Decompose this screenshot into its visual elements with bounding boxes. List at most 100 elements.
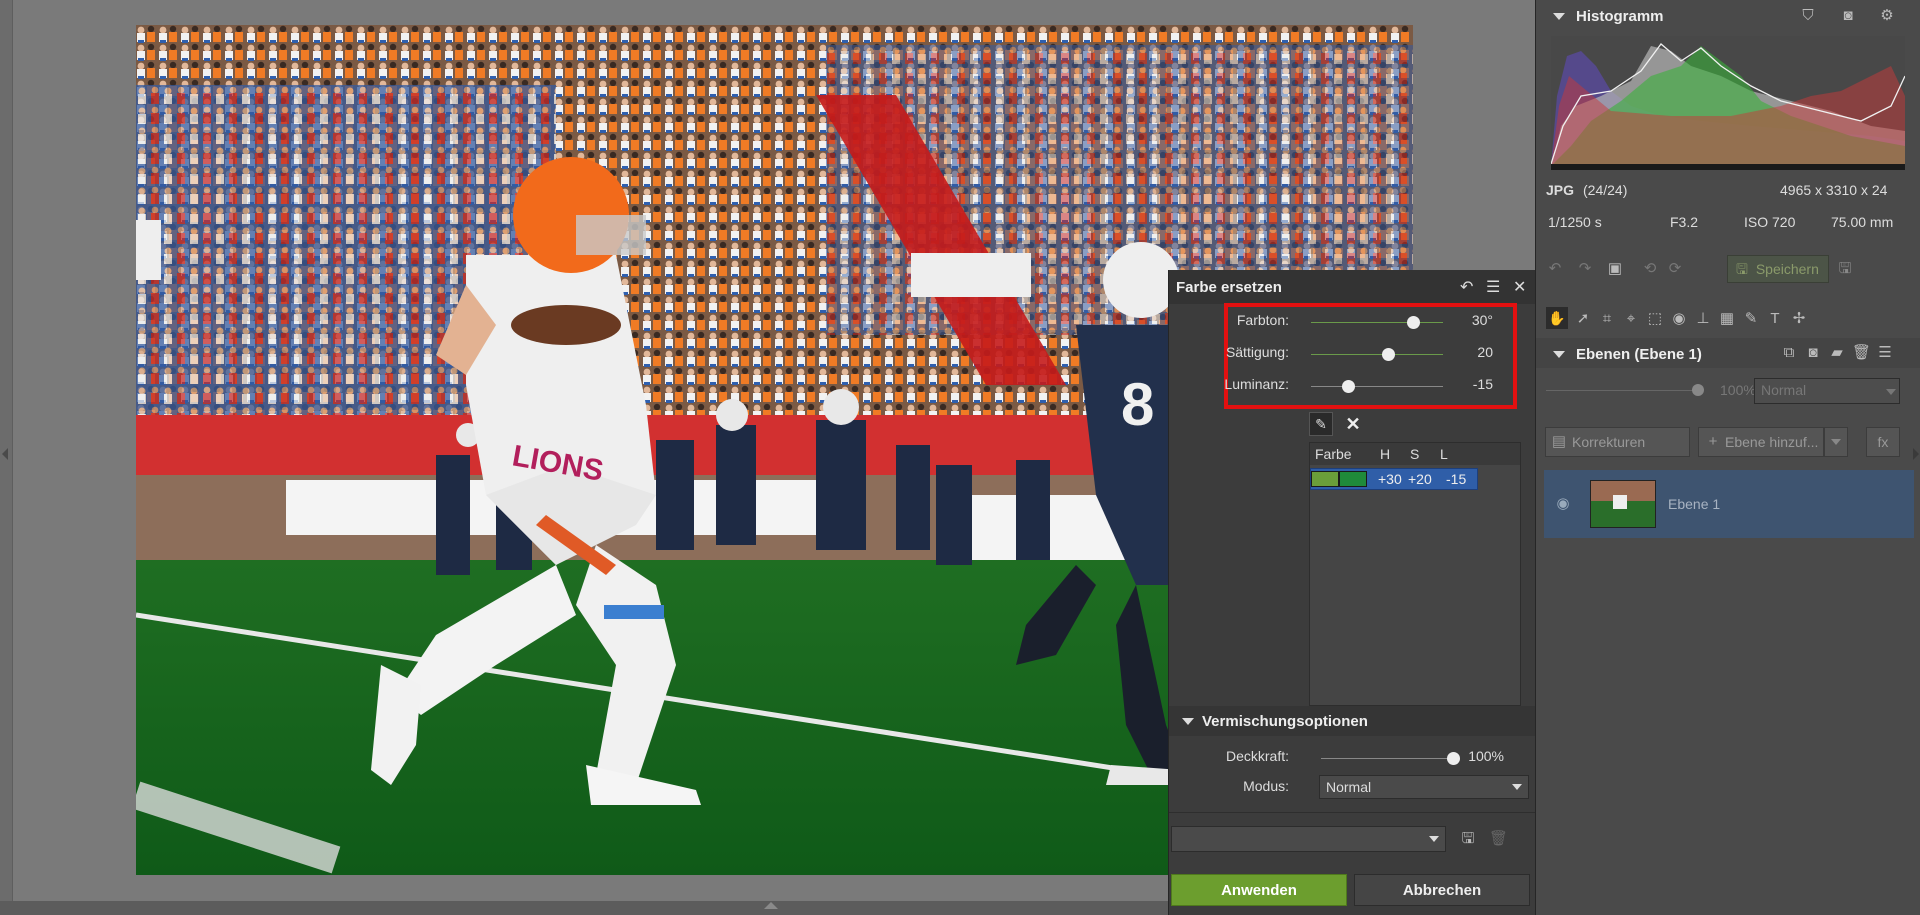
visibility-eye-icon[interactable]: ◉ bbox=[1554, 495, 1572, 513]
layers-collapse-icon[interactable] bbox=[1553, 351, 1565, 358]
layer-blend-mode-select[interactable]: Normal bbox=[1754, 378, 1900, 404]
select-tool-icon[interactable]: ➚ bbox=[1574, 310, 1592, 328]
target-color-swatch[interactable] bbox=[1339, 471, 1367, 487]
luminance-slider-thumb[interactable] bbox=[1341, 380, 1355, 393]
clipping-icon[interactable]: ⛉ bbox=[1799, 7, 1817, 25]
preset-chevron-down-icon[interactable] bbox=[1429, 836, 1439, 842]
hue-slider-thumb[interactable] bbox=[1406, 316, 1420, 329]
selection-tool-icon[interactable]: ⬚ bbox=[1646, 310, 1664, 328]
eyedropper-icon[interactable]: ✎ bbox=[1309, 412, 1333, 436]
col-l-header: L bbox=[1440, 446, 1448, 462]
layer-opacity-value[interactable]: 100% bbox=[1720, 382, 1756, 398]
luminance-value[interactable]: -15 bbox=[1433, 376, 1493, 392]
crop-tool-icon[interactable]: ⌗ bbox=[1598, 310, 1616, 328]
opacity-value[interactable]: 100% bbox=[1444, 748, 1504, 764]
layer-name[interactable]: Ebene 1 bbox=[1668, 496, 1720, 512]
histogram bbox=[1550, 36, 1906, 170]
row-s-value: +20 bbox=[1408, 471, 1432, 487]
brush-tool-icon[interactable]: ✎ bbox=[1742, 310, 1760, 328]
close-icon[interactable]: ✕ bbox=[1513, 277, 1526, 297]
saturation-slider-thumb[interactable] bbox=[1381, 348, 1395, 361]
undo-icon[interactable]: ↶ bbox=[1460, 277, 1473, 297]
save-button[interactable]: 🖫 Speichern bbox=[1727, 255, 1829, 283]
layer-menu-icon[interactable]: ☰ bbox=[1876, 344, 1894, 362]
saturation-slider[interactable] bbox=[1311, 354, 1443, 355]
corrections-label: Korrekturen bbox=[1572, 434, 1646, 450]
blend-options-title: Vermischungsoptionen bbox=[1202, 713, 1368, 730]
left-panel-arrow-icon[interactable] bbox=[2, 448, 8, 460]
rotate-right-icon[interactable]: ⟳ bbox=[1666, 260, 1684, 278]
menu-icon[interactable]: ☰ bbox=[1486, 277, 1500, 297]
redo-icon[interactable]: ↷ bbox=[1576, 260, 1594, 278]
opacity-label: Deckkraft: bbox=[1225, 748, 1289, 764]
add-layer-chevron-icon[interactable] bbox=[1831, 439, 1841, 445]
clone-tool-icon[interactable]: ⊥ bbox=[1694, 310, 1712, 328]
apply-button[interactable]: Anwenden bbox=[1171, 874, 1347, 906]
filter-tool-icon[interactable]: ▦ bbox=[1718, 310, 1736, 328]
saturation-label: Sättigung: bbox=[1225, 344, 1289, 360]
cancel-button[interactable]: Abbrechen bbox=[1354, 874, 1530, 906]
hue-label: Farbton: bbox=[1236, 312, 1289, 328]
mode-select[interactable]: Normal bbox=[1319, 775, 1529, 799]
row-h-value: +30 bbox=[1378, 471, 1402, 487]
dialog-title: Farbe ersetzen bbox=[1176, 279, 1282, 296]
svg-text:8: 8 bbox=[1121, 371, 1154, 438]
perspective-tool-icon[interactable]: ⌖ bbox=[1622, 310, 1640, 328]
settings-icon[interactable]: ⚙ bbox=[1878, 7, 1896, 25]
add-icon: + bbox=[1708, 433, 1718, 450]
layers-title: Ebenen (Ebene 1) bbox=[1576, 346, 1702, 363]
layer-opacity-slider[interactable] bbox=[1546, 390, 1696, 391]
saturation-value[interactable]: 20 bbox=[1433, 344, 1493, 360]
delete-preset-icon[interactable]: 🗑 bbox=[1489, 830, 1508, 848]
layer-row[interactable]: ◉ Ebene 1 bbox=[1544, 470, 1914, 538]
layer-blend-chevron-icon[interactable] bbox=[1886, 389, 1896, 395]
save-disk-icon: 🖫 bbox=[1736, 261, 1748, 277]
file-format: JPG bbox=[1546, 182, 1575, 198]
save-as-icon[interactable]: 🖫 bbox=[1836, 260, 1854, 278]
camera-icon[interactable]: ◙ bbox=[1839, 7, 1857, 25]
add-layer-label: Ebene hinzuf... bbox=[1725, 434, 1819, 450]
luminance-slider[interactable] bbox=[1311, 386, 1443, 387]
row-l-value: -15 bbox=[1446, 471, 1467, 487]
divider bbox=[1169, 812, 1536, 813]
duplicate-layer-icon[interactable]: ⧉ bbox=[1780, 344, 1798, 362]
luminance-label: Luminanz: bbox=[1224, 376, 1289, 392]
layer-thumbnail bbox=[1590, 480, 1656, 528]
layer-opacity-thumb[interactable] bbox=[1692, 384, 1704, 396]
preset-select[interactable] bbox=[1171, 826, 1446, 852]
source-color-swatch[interactable] bbox=[1311, 471, 1339, 487]
aperture: F3.2 bbox=[1670, 214, 1699, 230]
hue-value[interactable]: 30° bbox=[1433, 312, 1493, 328]
image-icon[interactable]: ▣ bbox=[1606, 260, 1624, 278]
delete-color-icon[interactable]: ✕ bbox=[1341, 412, 1365, 436]
collapse-triangle-icon[interactable] bbox=[1182, 718, 1194, 725]
table-row[interactable]: +30 +20 -15 bbox=[1310, 468, 1478, 490]
more-tools-icon[interactable]: ✢ bbox=[1790, 310, 1808, 328]
undo-icon[interactable]: ↶ bbox=[1546, 260, 1564, 278]
iso: ISO 720 bbox=[1744, 214, 1796, 230]
focal-length: 75.00 mm bbox=[1831, 214, 1894, 230]
fx-button[interactable]: fx bbox=[1866, 427, 1900, 457]
text-tool-icon[interactable]: T bbox=[1766, 310, 1784, 328]
bottom-panel-arrow-icon[interactable] bbox=[764, 902, 778, 909]
image-dimensions: 4965 x 3310 x 24 bbox=[1780, 182, 1888, 198]
layer-blend-mode-value: Normal bbox=[1761, 382, 1807, 398]
color-table: Farbe H S L +30 +20 -15 bbox=[1309, 442, 1521, 706]
right-panel-arrow-icon[interactable] bbox=[1913, 448, 1919, 460]
histogram-collapse-icon[interactable] bbox=[1553, 13, 1565, 20]
hand-tool-icon[interactable]: ✋ bbox=[1546, 307, 1568, 329]
mode-label: Modus: bbox=[1243, 778, 1289, 794]
trash-icon[interactable]: 🗑 bbox=[1852, 344, 1871, 362]
redeye-tool-icon[interactable]: ◉ bbox=[1670, 310, 1688, 328]
chevron-down-icon[interactable] bbox=[1512, 784, 1522, 790]
shutter-speed: 1/1250 s bbox=[1548, 214, 1602, 230]
col-color-header: Farbe bbox=[1315, 446, 1352, 462]
mask-icon[interactable]: ◙ bbox=[1804, 344, 1822, 362]
save-preset-icon[interactable]: 🖫 bbox=[1459, 830, 1477, 848]
corrections-icon: ▤ bbox=[1551, 433, 1567, 450]
opacity-slider[interactable] bbox=[1321, 758, 1453, 759]
right-panel: Histogramm ⛉ ◙ ⚙ JPG (24/24) 4965 x 3310… bbox=[1535, 0, 1920, 915]
folder-icon[interactable]: ▰ bbox=[1828, 344, 1846, 362]
rotate-left-icon[interactable]: ⟲ bbox=[1641, 260, 1659, 278]
hue-slider[interactable] bbox=[1311, 322, 1443, 323]
